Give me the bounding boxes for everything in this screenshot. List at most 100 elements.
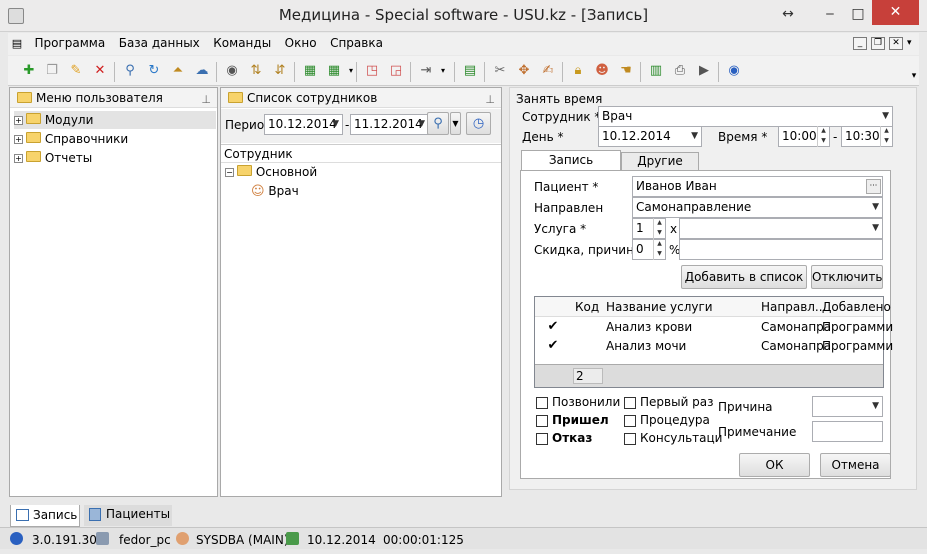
- date-from-field[interactable]: 10.12.2014 ▼: [264, 114, 343, 135]
- print-icon[interactable]: ⎙: [672, 63, 688, 79]
- first-time-checkbox[interactable]: Первый раз: [624, 394, 714, 410]
- export-icon[interactable]: ▦: [302, 63, 318, 79]
- time-from-spinner[interactable]: ▲ ▼: [817, 126, 829, 147]
- cancel-button[interactable]: Отмена: [820, 453, 891, 477]
- exit-icon[interactable]: ⇥: [418, 63, 434, 79]
- discount-reason-field[interactable]: [679, 239, 883, 260]
- grid-header-name[interactable]: Название услуги: [606, 300, 713, 314]
- tree-group-main[interactable]: − Основной: [225, 163, 317, 181]
- table-icon[interactable]: ▥: [648, 63, 664, 79]
- new-window-icon[interactable]: ◳: [364, 63, 380, 79]
- called-checkbox[interactable]: Позвонили: [536, 394, 620, 410]
- hand-icon[interactable]: ☚: [618, 63, 634, 79]
- tab-patient-record[interactable]: Запись пациента: [521, 150, 621, 186]
- grid-header-code[interactable]: Код: [575, 300, 599, 314]
- tree-item-reports[interactable]: + Отчеты: [14, 149, 92, 167]
- dropdown-icon[interactable]: ▼: [418, 115, 425, 133]
- arrived-checkbox[interactable]: Пришел: [536, 412, 609, 428]
- menu-overflow-icon[interactable]: ▾: [907, 38, 912, 48]
- group-icon[interactable]: ⇵: [272, 63, 288, 79]
- search-icon[interactable]: ⚲: [122, 63, 138, 79]
- dropdown-icon[interactable]: ▼: [332, 115, 339, 133]
- disable-button[interactable]: Отключить: [811, 265, 883, 289]
- add-to-list-button[interactable]: Добавить в список: [681, 265, 807, 289]
- time-from-field[interactable]: 10:00 ▲ ▼: [778, 126, 830, 147]
- import-icon[interactable]: ▦: [326, 63, 342, 79]
- discount-spinner[interactable]: ▲ ▼: [653, 239, 665, 260]
- service-qty-field[interactable]: 1 ▲ ▼: [632, 218, 666, 239]
- mdi-close-button[interactable]: ✕: [889, 37, 903, 50]
- tree-item-references[interactable]: + Справочники: [14, 130, 128, 148]
- help-icon[interactable]: ◉: [726, 63, 742, 79]
- time-to-spinner[interactable]: ▲ ▼: [880, 126, 892, 147]
- dropdown-icon[interactable]: ▼: [872, 397, 879, 415]
- menu-database[interactable]: База данных: [114, 33, 205, 53]
- search-icon[interactable]: ⚲: [427, 112, 449, 135]
- note-icon[interactable]: ✍: [540, 63, 556, 79]
- close-window-icon[interactable]: ◲: [388, 63, 404, 79]
- refusal-checkbox[interactable]: Отказ: [536, 430, 592, 446]
- puzzle-icon[interactable]: ✥: [516, 63, 532, 79]
- binoculars-icon[interactable]: ◉: [224, 63, 240, 79]
- discount-field[interactable]: 0 ▲ ▼: [632, 239, 666, 260]
- toolbar-overflow-icon[interactable]: ▾: [906, 68, 922, 84]
- tree-item-modules[interactable]: + Модули: [14, 111, 216, 129]
- row-checkbox[interactable]: ✔: [547, 339, 559, 353]
- sort-icon[interactable]: ⇅: [248, 63, 264, 79]
- mdi-restore-button[interactable]: ❐: [871, 37, 885, 50]
- collapse-icon[interactable]: −: [225, 168, 234, 177]
- pin-icon[interactable]: ⊥: [201, 90, 211, 110]
- day-field[interactable]: 10.12.2014 ▼: [598, 126, 702, 147]
- maximize-button[interactable]: □: [845, 2, 871, 26]
- service-select[interactable]: ▼: [679, 218, 883, 239]
- consultation-checkbox[interactable]: Консультаци: [624, 430, 722, 446]
- close-button[interactable]: ✕: [872, 0, 919, 25]
- minimize-button[interactable]: ‒: [815, 2, 845, 26]
- add-icon[interactable]: ✚: [21, 63, 37, 79]
- calendar-icon[interactable]: ▤: [462, 63, 478, 79]
- grid-header-referral[interactable]: Направл...: [761, 300, 826, 314]
- date-to-field[interactable]: 11.12.2014 ▼: [350, 114, 429, 135]
- patient-field[interactable]: Иванов Иван ···: [632, 176, 883, 197]
- copy-icon[interactable]: ❐: [44, 63, 60, 79]
- note-field[interactable]: [812, 421, 883, 442]
- tools-icon[interactable]: ✂: [492, 63, 508, 79]
- filter-icon[interactable]: ⏶: [170, 63, 186, 79]
- menu-program[interactable]: Программа: [30, 33, 111, 53]
- grid-header-added[interactable]: Добавлено: [822, 300, 891, 314]
- reason-select[interactable]: ▼: [812, 396, 883, 417]
- pin-icon[interactable]: ⊥: [485, 90, 495, 110]
- delete-icon[interactable]: ✕: [92, 63, 108, 79]
- lock-icon[interactable]: 🔒︎: [570, 63, 586, 79]
- expand-icon[interactable]: +: [14, 116, 23, 125]
- tab-other-tasks[interactable]: Другие дела: [621, 152, 699, 185]
- expand-icon[interactable]: +: [14, 135, 23, 144]
- dropdown-icon[interactable]: ▼: [691, 127, 698, 145]
- dropdown-icon[interactable]: ▼: [882, 107, 889, 125]
- dropdown-icon[interactable]: ▼: [872, 198, 879, 216]
- menu-commands[interactable]: Команды: [208, 33, 276, 53]
- tab-record[interactable]: Запись: [10, 505, 80, 527]
- search-dropdown-icon[interactable]: ▼: [450, 112, 461, 135]
- users-icon[interactable]: ☻: [594, 63, 610, 79]
- menu-window[interactable]: Окно: [280, 33, 322, 53]
- refresh-icon[interactable]: ↻: [146, 63, 162, 79]
- browse-button[interactable]: ···: [866, 179, 881, 194]
- time-to-field[interactable]: 10:30 ▲ ▼: [841, 126, 893, 147]
- employee-select[interactable]: Врач ▼: [598, 106, 893, 127]
- play-icon[interactable]: ▶: [696, 63, 712, 79]
- resize-icon[interactable]: ↔: [778, 2, 798, 26]
- edit-icon[interactable]: ✎: [68, 63, 84, 79]
- qty-spinner[interactable]: ▲ ▼: [653, 218, 665, 239]
- referral-select[interactable]: Самонаправление ▼: [632, 197, 883, 218]
- table-row[interactable]: ✔ Анализ мочи Самонапра Программи: [535, 337, 893, 356]
- dropdown-icon[interactable]: ▼: [872, 219, 879, 237]
- row-checkbox[interactable]: ✔: [547, 320, 559, 334]
- table-row[interactable]: ✔ Анализ крови Самонапра Программи: [535, 318, 893, 337]
- comment-icon[interactable]: ☁: [194, 63, 210, 79]
- tab-patients[interactable]: Пациенты: [84, 505, 172, 526]
- clock-button[interactable]: ◷: [466, 112, 491, 135]
- procedure-checkbox[interactable]: Процедура: [624, 412, 710, 428]
- ok-button[interactable]: ОК: [739, 453, 810, 477]
- expand-icon[interactable]: +: [14, 154, 23, 163]
